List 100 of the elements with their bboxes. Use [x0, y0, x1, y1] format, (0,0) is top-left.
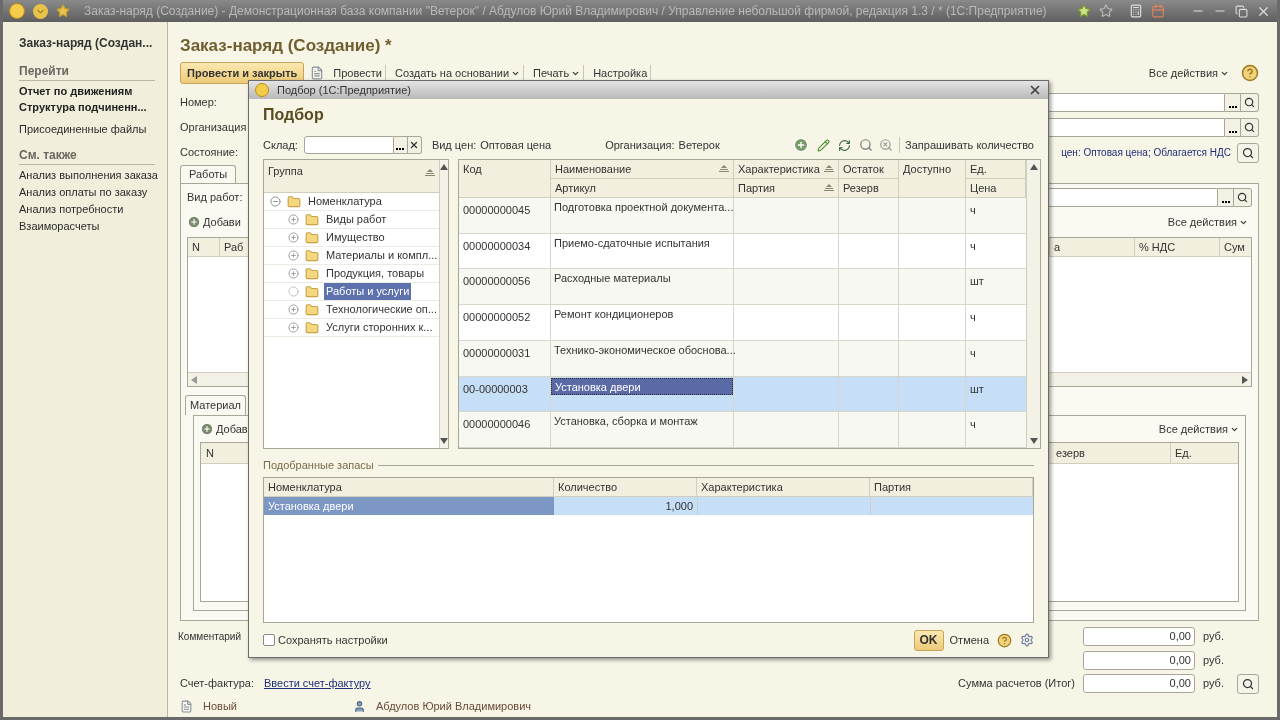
add-icon — [187, 215, 201, 229]
sidebar-link[interactable]: Взаиморасчеты — [19, 218, 155, 235]
field-label: Состояние: — [180, 145, 238, 161]
add-button[interactable]: Добав — [200, 420, 248, 438]
tree-item[interactable]: Работы и услуги — [324, 283, 412, 300]
sidebar-link[interactable]: Анализ оплаты по заказу — [19, 184, 155, 201]
column-header: Группа — [268, 164, 303, 179]
expand-icon[interactable] — [288, 250, 299, 261]
select-button[interactable] — [1225, 93, 1241, 112]
scrollbar[interactable] — [1026, 160, 1040, 448]
amount-field[interactable]: 0,00 — [1083, 651, 1195, 670]
tree-item[interactable]: Продукция, товары — [324, 265, 427, 282]
search-icon — [1242, 146, 1254, 159]
expand-icon[interactable] — [288, 214, 299, 225]
select-button[interactable] — [1218, 188, 1234, 207]
settings-icon[interactable] — [1020, 633, 1034, 647]
sidebar-link[interactable]: Анализ потребности — [19, 201, 155, 218]
table-row[interactable]: 00000000046 Установка, сборка и монтаж ч — [459, 412, 1026, 449]
all-actions-button[interactable]: Все действия — [1167, 213, 1248, 231]
app-logo-icon — [255, 83, 269, 97]
amount-field[interactable]: 0,00 — [1083, 626, 1195, 646]
table-row[interactable]: 00000000031 Технико-экономическое обоснова... ч — [459, 340, 1026, 377]
folder-icon — [305, 320, 319, 335]
refresh-icon[interactable] — [838, 138, 852, 152]
tab[interactable]: Материал — [185, 395, 246, 415]
calculator-icon[interactable] — [1129, 4, 1143, 18]
tree-item[interactable]: Имущество — [324, 229, 387, 246]
search-clear-icon[interactable] — [879, 138, 894, 152]
add-button[interactable]: Добави — [187, 213, 241, 231]
star-icon[interactable] — [1099, 4, 1113, 18]
sidebar-title: Заказ-наряд (Создан... — [19, 35, 154, 52]
table-row[interactable]: 00000000034 Приемо-сдаточные испытания ч — [459, 233, 1026, 270]
amount-field[interactable]: 0,00 — [1083, 674, 1195, 693]
close-icon[interactable] — [1028, 83, 1042, 97]
warehouse-field[interactable] — [303, 136, 394, 154]
select-button[interactable] — [1225, 118, 1241, 137]
sidebar-link[interactable]: Отчет по движениям — [19, 83, 155, 99]
sidebar-link[interactable]: Присоединенные файлы — [19, 121, 155, 138]
search-button[interactable] — [1234, 188, 1252, 207]
table-cell-text: Подготовка проектной документа... — [553, 200, 733, 215]
checkbox[interactable] — [263, 634, 275, 646]
sidebar-link[interactable]: Структура подчиненн... — [19, 99, 155, 115]
add-icon[interactable] — [793, 137, 810, 153]
expand-icon[interactable] — [288, 304, 299, 315]
search-icon — [1244, 122, 1255, 133]
search-button[interactable] — [1241, 118, 1259, 137]
input-field[interactable] — [1047, 188, 1218, 207]
enter-invoice-link[interactable]: Ввести счет-фактуру — [263, 675, 371, 692]
add-icon — [200, 422, 214, 436]
scroll-up-icon — [440, 164, 449, 170]
price-settings-link[interactable]: цен: Оптовая цена; Облагается НДС — [1061, 145, 1231, 160]
all-actions-button[interactable]: Все действия — [1158, 420, 1239, 438]
tree-item[interactable]: Номенклатура — [306, 193, 384, 210]
expand-icon[interactable] — [288, 232, 299, 243]
menu-button[interactable] — [33, 3, 48, 19]
app-logo-icon[interactable] — [9, 3, 25, 19]
collapse-icon[interactable] — [270, 196, 281, 207]
column-header: Цена — [970, 180, 997, 196]
clear-icon — [409, 140, 420, 150]
search-icon[interactable] — [859, 138, 874, 152]
document-icon — [180, 699, 193, 713]
ok-button[interactable]: OK — [913, 629, 944, 651]
calendar-icon[interactable] — [1151, 4, 1165, 18]
table-cell: ч — [970, 311, 976, 324]
star-icon[interactable] — [1077, 4, 1091, 18]
input-field[interactable] — [1047, 93, 1225, 112]
help-icon[interactable] — [997, 632, 1012, 648]
edit-icon[interactable] — [817, 138, 831, 152]
column-header: Ед. — [970, 161, 987, 177]
table-row[interactable]: Установка двери 1,000 — [264, 497, 1033, 515]
ask-quantity-button[interactable]: Запрашивать количество — [905, 136, 1034, 154]
all-actions-button[interactable]: Все действия — [1148, 64, 1229, 82]
table-cell: 00000000052 — [463, 311, 531, 324]
tree-item[interactable]: Виды работ — [324, 211, 389, 228]
scroll-left-icon — [191, 375, 197, 384]
search-button[interactable] — [1241, 93, 1259, 112]
cancel-button[interactable]: Отмена — [949, 631, 989, 649]
help-icon[interactable] — [1241, 64, 1259, 82]
table-row[interactable]: 00-00000003 Установка двери шт — [459, 376, 1026, 413]
tree-item[interactable]: Технологические оп... — [324, 301, 439, 318]
search-button[interactable] — [1237, 142, 1259, 163]
table-row[interactable]: 00000000052 Ремонт кондиционеров ч — [459, 305, 1026, 341]
scrollbar[interactable] — [439, 160, 449, 448]
table-row[interactable]: 00000000045 Подготовка проектной документа... ч — [459, 198, 1026, 234]
restore-icon[interactable] — [1235, 4, 1248, 18]
form-title: Заказ-наряд (Создание) * — [180, 36, 392, 56]
expand-icon[interactable] — [288, 322, 299, 333]
column-header: Номенклатура — [264, 478, 554, 496]
tree-item[interactable]: Услуги сторонних к... — [324, 319, 435, 336]
expand-icon[interactable] — [288, 268, 299, 279]
table-cell: 00-00000003 — [463, 382, 528, 395]
search-button[interactable] — [1237, 673, 1259, 694]
table-row[interactable]: 00000000056 Расходные материалы шт — [459, 269, 1026, 306]
post-and-close-button[interactable]: Провести и закрыть — [180, 62, 305, 84]
scroll-right-icon — [1242, 375, 1248, 384]
field-label: Вид цен: — [431, 137, 477, 153]
tree-item[interactable]: Материалы и компл... — [324, 247, 440, 264]
star-icon[interactable] — [56, 4, 70, 18]
tab[interactable]: Работы — [180, 165, 237, 183]
input-field[interactable] — [1047, 118, 1225, 137]
